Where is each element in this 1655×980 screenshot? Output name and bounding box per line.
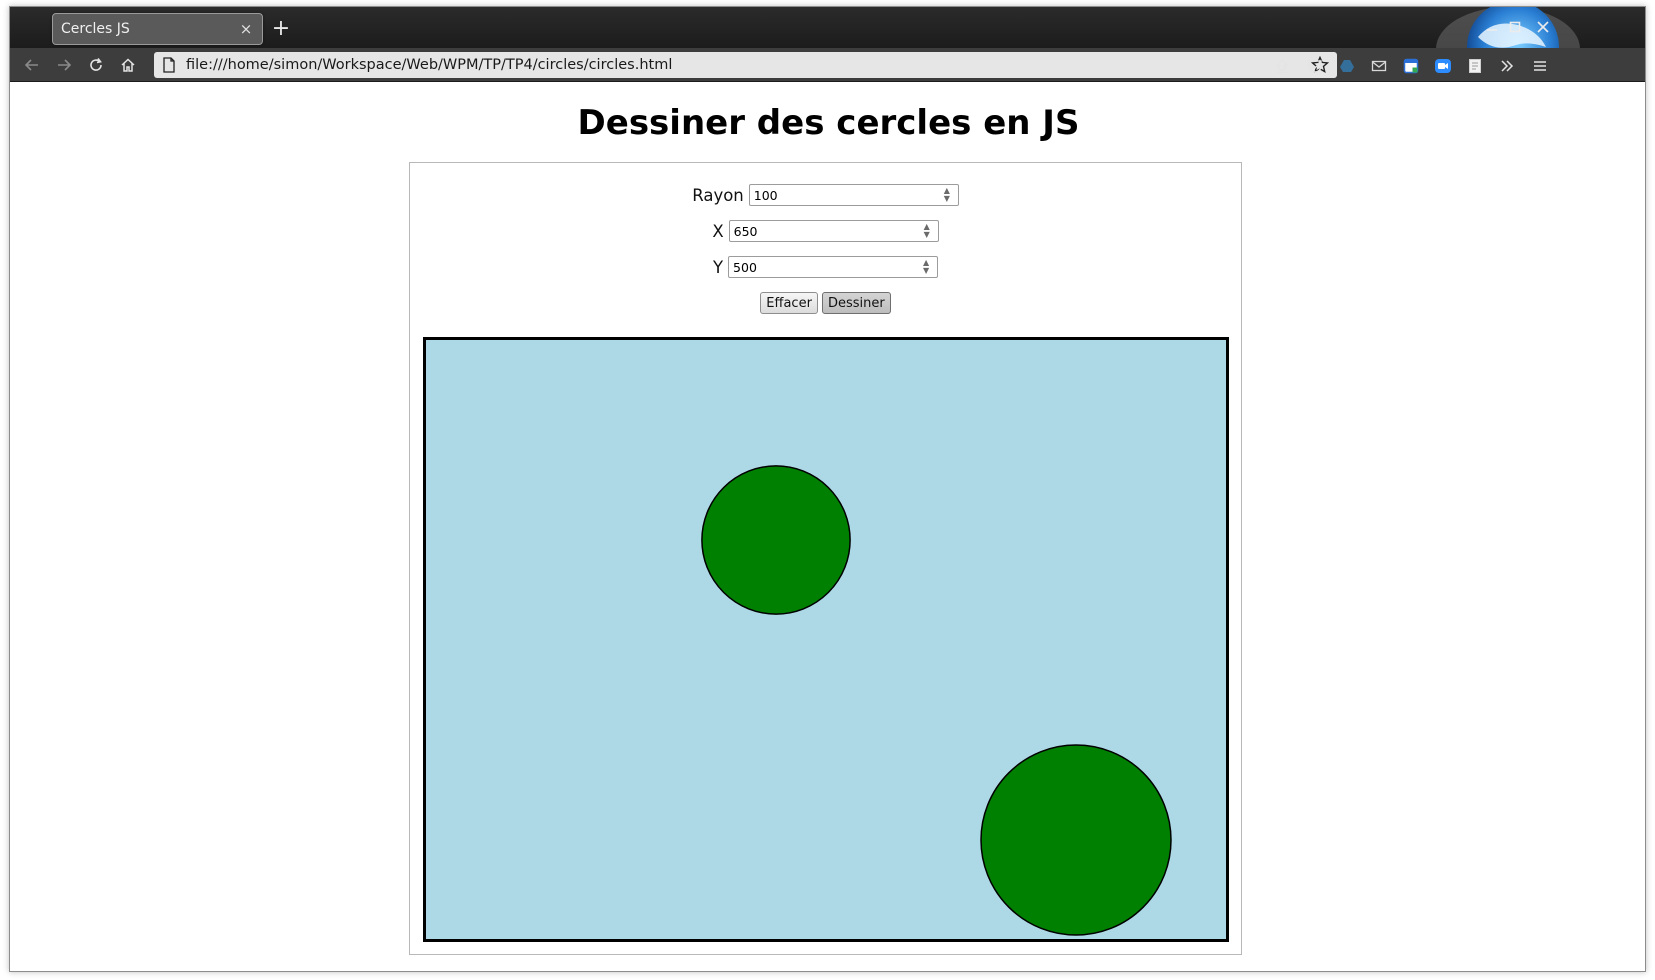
rayon-spinner-icon[interactable]: ▲ ▼ <box>942 187 952 203</box>
circle-2 <box>980 744 1172 936</box>
draw-button[interactable]: Dessiner <box>821 292 891 314</box>
clear-button[interactable]: Effacer <box>760 292 818 314</box>
url-text: file:///home/simon/Workspace/Web/WPM/TP/… <box>186 57 673 73</box>
tab-cercles-js[interactable]: Cercles JS × <box>52 13 263 45</box>
y-label: Y <box>712 257 724 277</box>
drive-extension-icon[interactable] <box>1337 56 1357 76</box>
navigation-toolbar: file:///home/simon/Workspace/Web/WPM/TP/… <box>10 48 1645 82</box>
circle-1 <box>701 465 851 615</box>
url-bar[interactable]: file:///home/simon/Workspace/Web/WPM/TP/… <box>154 52 1337 78</box>
close-window-icon[interactable] <box>1531 16 1555 40</box>
zoom-meeting-icon[interactable] <box>1433 56 1453 76</box>
x-value: 650 <box>733 223 758 239</box>
y-value: 500 <box>733 259 757 275</box>
tab-strip: Cercles JS × + <box>10 7 1645 81</box>
new-tab-button[interactable]: + <box>268 16 294 42</box>
x-spinner-icon[interactable]: ▲ ▼ <box>922 223 932 239</box>
page-title: Dessiner des cercles en JS <box>577 103 1080 143</box>
hamburger-menu-icon[interactable] <box>1530 56 1550 76</box>
tab-title: Cercles JS <box>61 21 130 37</box>
library-icon[interactable] <box>1272 56 1292 76</box>
overflow-chevron-icon[interactable] <box>1497 56 1517 76</box>
x-input[interactable]: 650 ▲ ▼ <box>728 220 939 242</box>
y-input[interactable]: 500 ▲ ▼ <box>728 256 939 278</box>
y-spinner-icon[interactable]: ▲ ▼ <box>921 259 931 275</box>
back-icon[interactable] <box>19 52 45 78</box>
page-file-icon <box>163 57 175 73</box>
tab-close-icon[interactable]: × <box>238 21 254 37</box>
browser-window: Cercles JS × + file:///home/simon/Worksp… <box>9 6 1646 972</box>
calendar-icon[interactable] <box>1401 56 1421 76</box>
forward-icon[interactable] <box>51 52 77 78</box>
page-content: Dessiner des cercles en JS Rayon 100 ▲ ▼ … <box>10 82 1645 971</box>
circle-form-panel: Rayon 100 ▲ ▼ X 650 ▲ ▼ Y 500 ▲ ▼ Efface… <box>409 162 1242 955</box>
home-icon[interactable] <box>115 52 141 78</box>
maximize-icon[interactable] <box>1503 16 1527 40</box>
pocket-icon[interactable] <box>1305 56 1325 76</box>
rayon-input[interactable]: 100 ▲ ▼ <box>748 184 959 206</box>
rayon-label: Rayon <box>692 185 744 205</box>
minimize-icon[interactable] <box>1480 16 1504 40</box>
reader-note-icon[interactable] <box>1465 56 1485 76</box>
rayon-value: 100 <box>753 187 778 203</box>
reload-icon[interactable] <box>83 52 109 78</box>
x-label: X <box>712 221 724 241</box>
drawing-canvas[interactable] <box>423 337 1229 942</box>
circles-svg <box>701 465 1172 936</box>
mail-icon[interactable] <box>1369 56 1389 76</box>
